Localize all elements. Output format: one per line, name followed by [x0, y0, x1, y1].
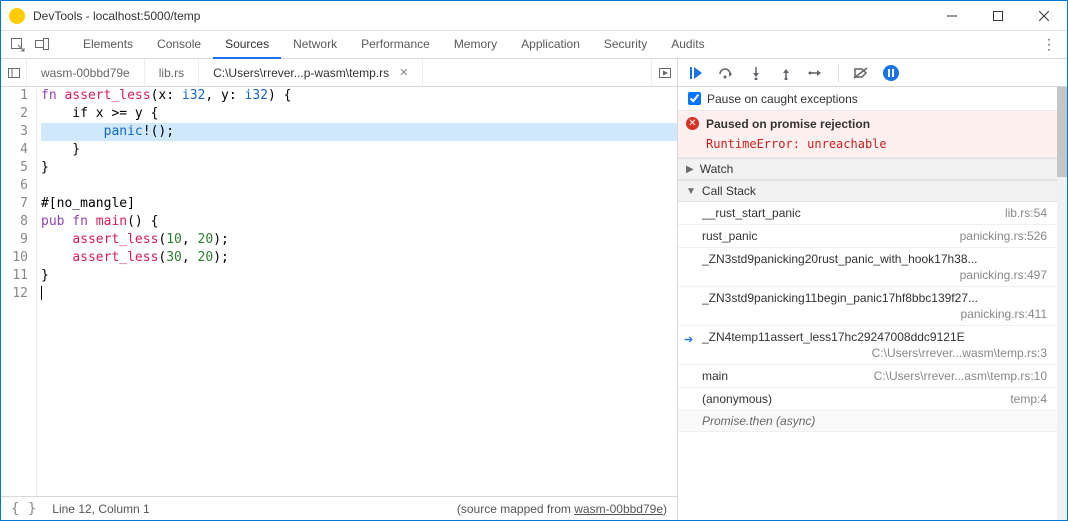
callstack-section-header[interactable]: ▼ Call Stack: [678, 180, 1067, 202]
debugger-controls: [677, 59, 1067, 86]
run-snippet-icon[interactable]: [651, 59, 677, 86]
code-line[interactable]: #[no_mangle]: [41, 195, 677, 213]
file-tab[interactable]: wasm-00bbd79e: [27, 59, 145, 86]
code-line[interactable]: }: [41, 141, 677, 159]
source-map-link[interactable]: wasm-00bbd79e: [574, 502, 663, 516]
minimize-button[interactable]: [929, 1, 975, 31]
panel-tab-elements[interactable]: Elements: [71, 31, 145, 59]
panel-tab-memory[interactable]: Memory: [442, 31, 509, 59]
call-frame[interactable]: rust_panicpanicking.rs:526: [678, 225, 1057, 248]
inspect-icon[interactable]: [7, 34, 29, 56]
devtools-toolbar: ElementsConsoleSourcesNetworkPerformance…: [1, 31, 1067, 59]
resume-button[interactable]: [686, 63, 706, 83]
code-line[interactable]: assert_less(30, 20);: [41, 249, 677, 267]
call-frame[interactable]: ➔_ZN4temp11assert_less17hc29247008ddc912…: [678, 326, 1057, 365]
chevron-right-icon: ▶: [686, 164, 694, 175]
code-line[interactable]: fn assert_less(x: i32, y: i32) {: [41, 87, 677, 105]
step-over-button[interactable]: [716, 63, 736, 83]
current-frame-icon: ➔: [684, 333, 693, 346]
pause-exceptions-button[interactable]: [881, 63, 901, 83]
app-icon: [9, 8, 25, 24]
window-controls: [929, 1, 1067, 31]
panel-tab-console[interactable]: Console: [145, 31, 213, 59]
close-icon[interactable]: ✕: [399, 66, 408, 79]
scrollbar-track[interactable]: [1057, 87, 1067, 520]
window-title: DevTools - localhost:5000/temp: [33, 9, 200, 23]
source-editor[interactable]: 123456789101112 fn assert_less(x: i32, y…: [1, 87, 677, 496]
navigator-toggle-icon[interactable]: [1, 59, 27, 86]
call-frame[interactable]: __rust_start_paniclib.rs:54: [678, 202, 1057, 225]
cursor-position: Line 12, Column 1: [52, 502, 149, 516]
debugger-panel: Pause on caught exceptions ✕ Paused on p…: [677, 87, 1067, 520]
close-button[interactable]: [1021, 1, 1067, 31]
file-tabs: wasm-00bbd79elib.rsC:\Users\rrever...p-w…: [1, 59, 677, 86]
panel-tab-network[interactable]: Network: [281, 31, 349, 59]
file-tab[interactable]: C:\Users\rrever...p-wasm\temp.rs✕: [199, 59, 423, 86]
scrollbar-thumb[interactable]: [1057, 87, 1067, 177]
pause-on-caught-checkbox[interactable]: [688, 92, 701, 105]
call-stack: __rust_start_paniclib.rs:54rust_panicpan…: [678, 202, 1057, 520]
code-line[interactable]: [41, 285, 677, 303]
code-line[interactable]: assert_less(10, 20);: [41, 231, 677, 249]
pause-reason-message: RuntimeError: unreachable: [706, 137, 887, 151]
main-area: 123456789101112 fn assert_less(x: i32, y…: [1, 87, 1067, 520]
panel-tab-audits[interactable]: Audits: [659, 31, 716, 59]
status-bar: { } Line 12, Column 1 (source mapped fro…: [1, 496, 677, 520]
pause-on-caught-row[interactable]: Pause on caught exceptions: [678, 87, 1067, 111]
divider: [838, 64, 839, 82]
braces-icon[interactable]: { }: [11, 501, 36, 517]
code-line[interactable]: }: [41, 159, 677, 177]
editor-pane: 123456789101112 fn assert_less(x: i32, y…: [1, 87, 677, 520]
call-frame[interactable]: (anonymous)temp:4: [678, 388, 1057, 411]
panel-tab-performance[interactable]: Performance: [349, 31, 442, 59]
pause-reason: ✕ Paused on promise rejection RuntimeErr…: [678, 111, 1067, 158]
pause-reason-title: Paused on promise rejection: [706, 117, 870, 131]
error-icon: ✕: [686, 117, 699, 130]
file-tab-row: wasm-00bbd79elib.rsC:\Users\rrever...p-w…: [1, 59, 1067, 87]
deactivate-breakpoints-button[interactable]: [851, 63, 871, 83]
call-frame[interactable]: _ZN3std9panicking11begin_panic17hf8bbc13…: [678, 287, 1057, 326]
device-toggle-icon[interactable]: [31, 34, 53, 56]
step-into-button[interactable]: [746, 63, 766, 83]
step-out-button[interactable]: [776, 63, 796, 83]
panel-tab-application[interactable]: Application: [509, 31, 592, 59]
step-button[interactable]: [806, 63, 826, 83]
code-line[interactable]: panic!();: [41, 123, 677, 141]
call-frame[interactable]: mainC:\Users\rrever...asm\temp.rs:10: [678, 365, 1057, 388]
chevron-down-icon: ▼: [686, 186, 696, 197]
watch-section-header[interactable]: ▶ Watch: [678, 158, 1067, 180]
panel-tabs: ElementsConsoleSourcesNetworkPerformance…: [71, 31, 717, 59]
line-gutter: 123456789101112: [1, 87, 37, 496]
panel-tab-sources[interactable]: Sources: [213, 31, 281, 59]
window-titlebar: DevTools - localhost:5000/temp: [1, 1, 1067, 31]
code-line[interactable]: [41, 177, 677, 195]
file-tab[interactable]: lib.rs: [145, 59, 199, 86]
call-frame[interactable]: _ZN3std9panicking20rust_panic_with_hook1…: [678, 248, 1057, 287]
panel-tab-security[interactable]: Security: [592, 31, 659, 59]
async-boundary: Promise.then (async): [678, 411, 1057, 432]
code-line[interactable]: }: [41, 267, 677, 285]
code-line[interactable]: if x >= y {: [41, 105, 677, 123]
code-line[interactable]: pub fn main() {: [41, 213, 677, 231]
more-icon[interactable]: ⋮: [1037, 36, 1061, 53]
code-lines: fn assert_less(x: i32, y: i32) { if x >=…: [37, 87, 677, 496]
maximize-button[interactable]: [975, 1, 1021, 31]
source-map-info: (source mapped from wasm-00bbd79e): [457, 502, 667, 516]
